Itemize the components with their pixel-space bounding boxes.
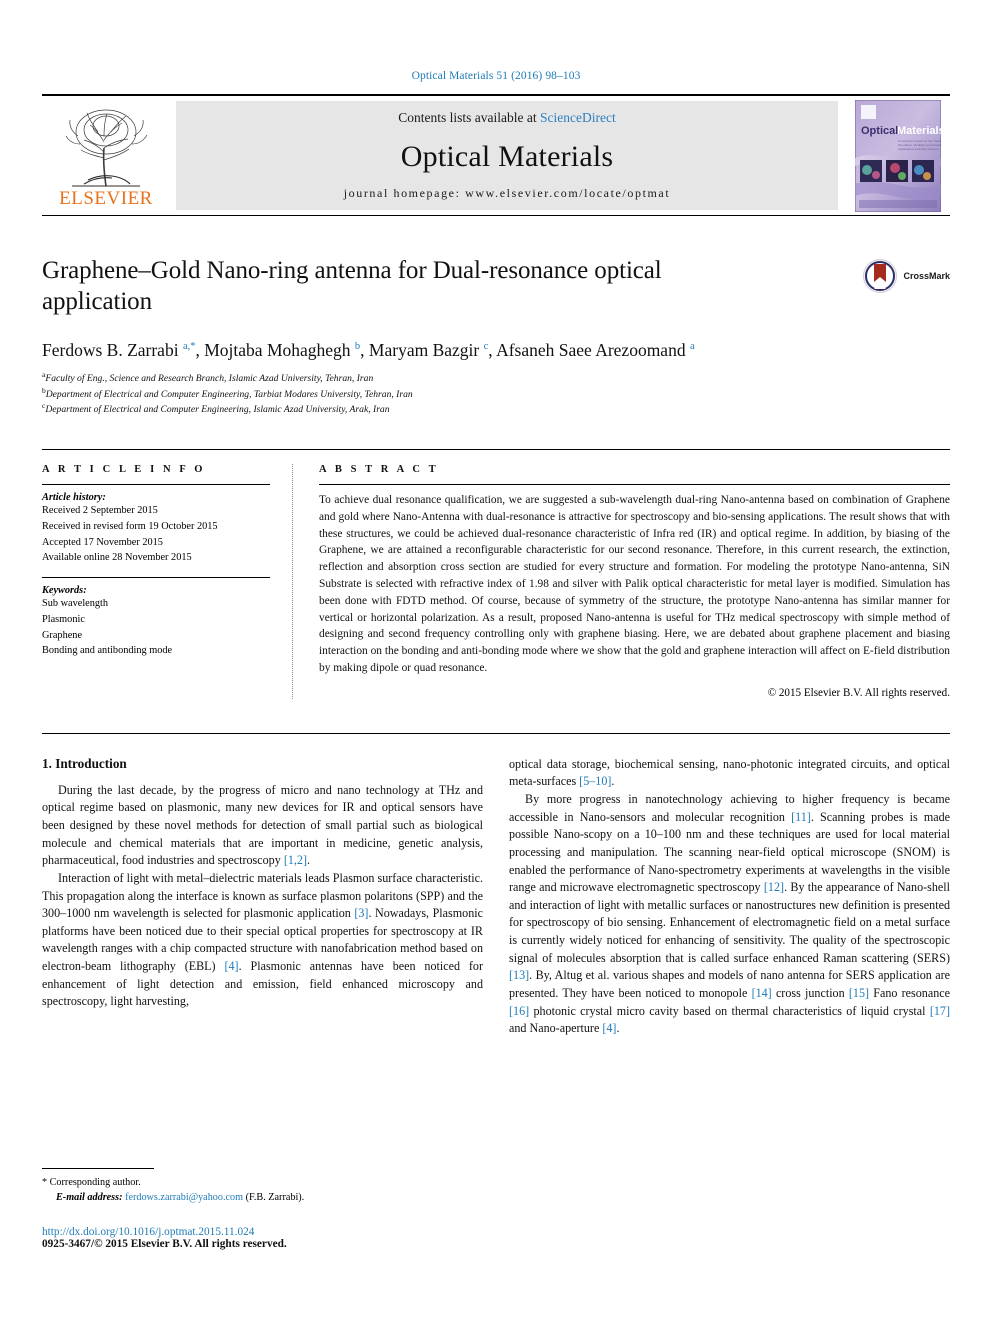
abstract-text: To achieve dual resonance qualification,…: [319, 494, 950, 674]
abstract-copyright: © 2015 Elsevier B.V. All rights reserved…: [767, 686, 950, 699]
svg-text:Applications including Science: Applications including Science: [898, 147, 939, 151]
history-revised: Received in revised form 19 October 2015: [42, 520, 218, 532]
history-accepted: Accepted 17 November 2015: [42, 536, 163, 548]
affiliation-b: bDepartment of Electrical and Computer E…: [42, 386, 950, 402]
affiliation-text-a: Faculty of Eng., Science and Research Br…: [45, 372, 374, 384]
page-title: Graphene–Gold Nano-ring antenna for Dual…: [42, 257, 662, 315]
body-column-right: optical data storage, biochemical sensin…: [509, 756, 950, 1039]
article-history-label: Article history:: [42, 492, 106, 504]
svg-text:Materials: Materials: [897, 125, 941, 137]
corresponding-author-note: * Corresponding author.: [42, 1175, 472, 1190]
article-info-rule: [42, 484, 270, 486]
keyword-item: Graphene: [42, 629, 83, 641]
journal-band: Contents lists available at ScienceDirec…: [176, 101, 838, 210]
affiliation-list: aFaculty of Eng., Science and Research B…: [42, 370, 950, 417]
email-label: E-mail address:: [56, 1192, 123, 1204]
doi-block: http://dx.doi.org/10.1016/j.optmat.2015.…: [42, 1226, 472, 1250]
info-abstract-section: A R T I C L E I N F O Article history: R…: [42, 449, 950, 699]
journal-article-page: Optical Materials 51 (2016) 98–103 ELSEV…: [0, 0, 992, 1323]
email-owner: (F.B. Zarrabi).: [245, 1192, 305, 1204]
crossmark-badge[interactable]: CrossMark: [862, 258, 950, 294]
email-link[interactable]: ferdows.zarrabi@yahoo.com: [125, 1192, 243, 1203]
column-divider: [292, 464, 293, 699]
doi-link[interactable]: http://dx.doi.org/10.1016/j.optmat.2015.…: [42, 1226, 472, 1238]
abstract-heading: A B S T R A C T: [319, 464, 439, 476]
corresponding-author-marker: *: [42, 1177, 48, 1188]
elsevier-logo: ELSEVIER: [42, 101, 170, 210]
running-head: Optical Materials 51 (2016) 98–103: [411, 70, 581, 82]
journal-cover-artwork: Optical Materials Amsterdam Impact on th…: [855, 99, 941, 212]
journal-masthead: ELSEVIER Contents lists available at Sci…: [42, 94, 950, 216]
history-available-online: Available online 28 November 2015: [42, 552, 192, 564]
contents-prefix: Contents lists available at: [398, 110, 540, 125]
abstract-column: A B S T R A C T To achieve dual resonanc…: [319, 464, 950, 699]
email-note: E-mail address: ferdows.zarrabi@yahoo.co…: [42, 1190, 472, 1205]
affiliation-c: cDepartment of Electrical and Computer E…: [42, 401, 950, 417]
article-info-heading: A R T I C L E I N F O: [42, 464, 206, 476]
paragraph: optical data storage, biochemical sensin…: [509, 756, 950, 789]
paragraph: By more progress in nanotechnology achie…: [509, 791, 951, 1036]
keyword-item: Plasmonic: [42, 613, 85, 625]
footnote-rule: [42, 1168, 154, 1169]
keywords-label: Keywords:: [42, 585, 87, 597]
affiliation-text-c: Department of Electrical and Computer En…: [45, 404, 390, 416]
sciencedirect-link[interactable]: ScienceDirect: [540, 110, 616, 125]
author-list: Ferdows B. Zarrabi a,*, Mojtaba Mohagheg…: [42, 340, 695, 360]
article-info-column: A R T I C L E I N F O Article history: R…: [42, 464, 292, 698]
issn-copyright-line: 0925-3467/© 2015 Elsevier B.V. All right…: [42, 1237, 287, 1250]
paragraph: During the last decade, by the progress …: [42, 782, 483, 868]
corresponding-author-text: Corresponding author.: [49, 1177, 141, 1188]
abstract-rule: [319, 484, 950, 486]
footnote-block: * Corresponding author. E-mail address: …: [42, 1168, 472, 1250]
article-title-block: Graphene–Gold Nano-ring antenna for Dual…: [42, 256, 950, 417]
journal-title: Optical Materials: [400, 140, 614, 173]
body-column-left: 1. Introduction During the last decade, …: [42, 756, 483, 1039]
journal-cover-image: Optical Materials Amsterdam Impact on th…: [846, 99, 950, 212]
crossmark-label: CrossMark: [903, 271, 950, 281]
elsevier-tree-icon: [65, 109, 148, 187]
contents-list-line: Contents lists available at ScienceDirec…: [176, 110, 838, 126]
keywords-rule: [42, 577, 270, 579]
affiliation-a: aFaculty of Eng., Science and Research B…: [42, 370, 950, 386]
keyword-item: Bonding and antibonding mode: [42, 645, 173, 657]
history-received: Received 2 September 2015: [42, 505, 158, 517]
affiliation-text-b: Department of Electrical and Computer En…: [45, 388, 413, 400]
journal-homepage[interactable]: journal homepage: www.elsevier.com/locat…: [176, 186, 838, 201]
elsevier-wordmark: ELSEVIER: [59, 188, 153, 209]
crossmark-icon: [863, 259, 898, 293]
svg-text:Optical: Optical: [861, 125, 898, 137]
body-columns: 1. Introduction During the last decade, …: [42, 732, 950, 1039]
section-heading-introduction: 1. Introduction: [42, 755, 127, 771]
paragraph: Interaction of light with metal–dielectr…: [42, 870, 483, 1009]
keyword-item: Sub wavelength: [42, 598, 109, 610]
